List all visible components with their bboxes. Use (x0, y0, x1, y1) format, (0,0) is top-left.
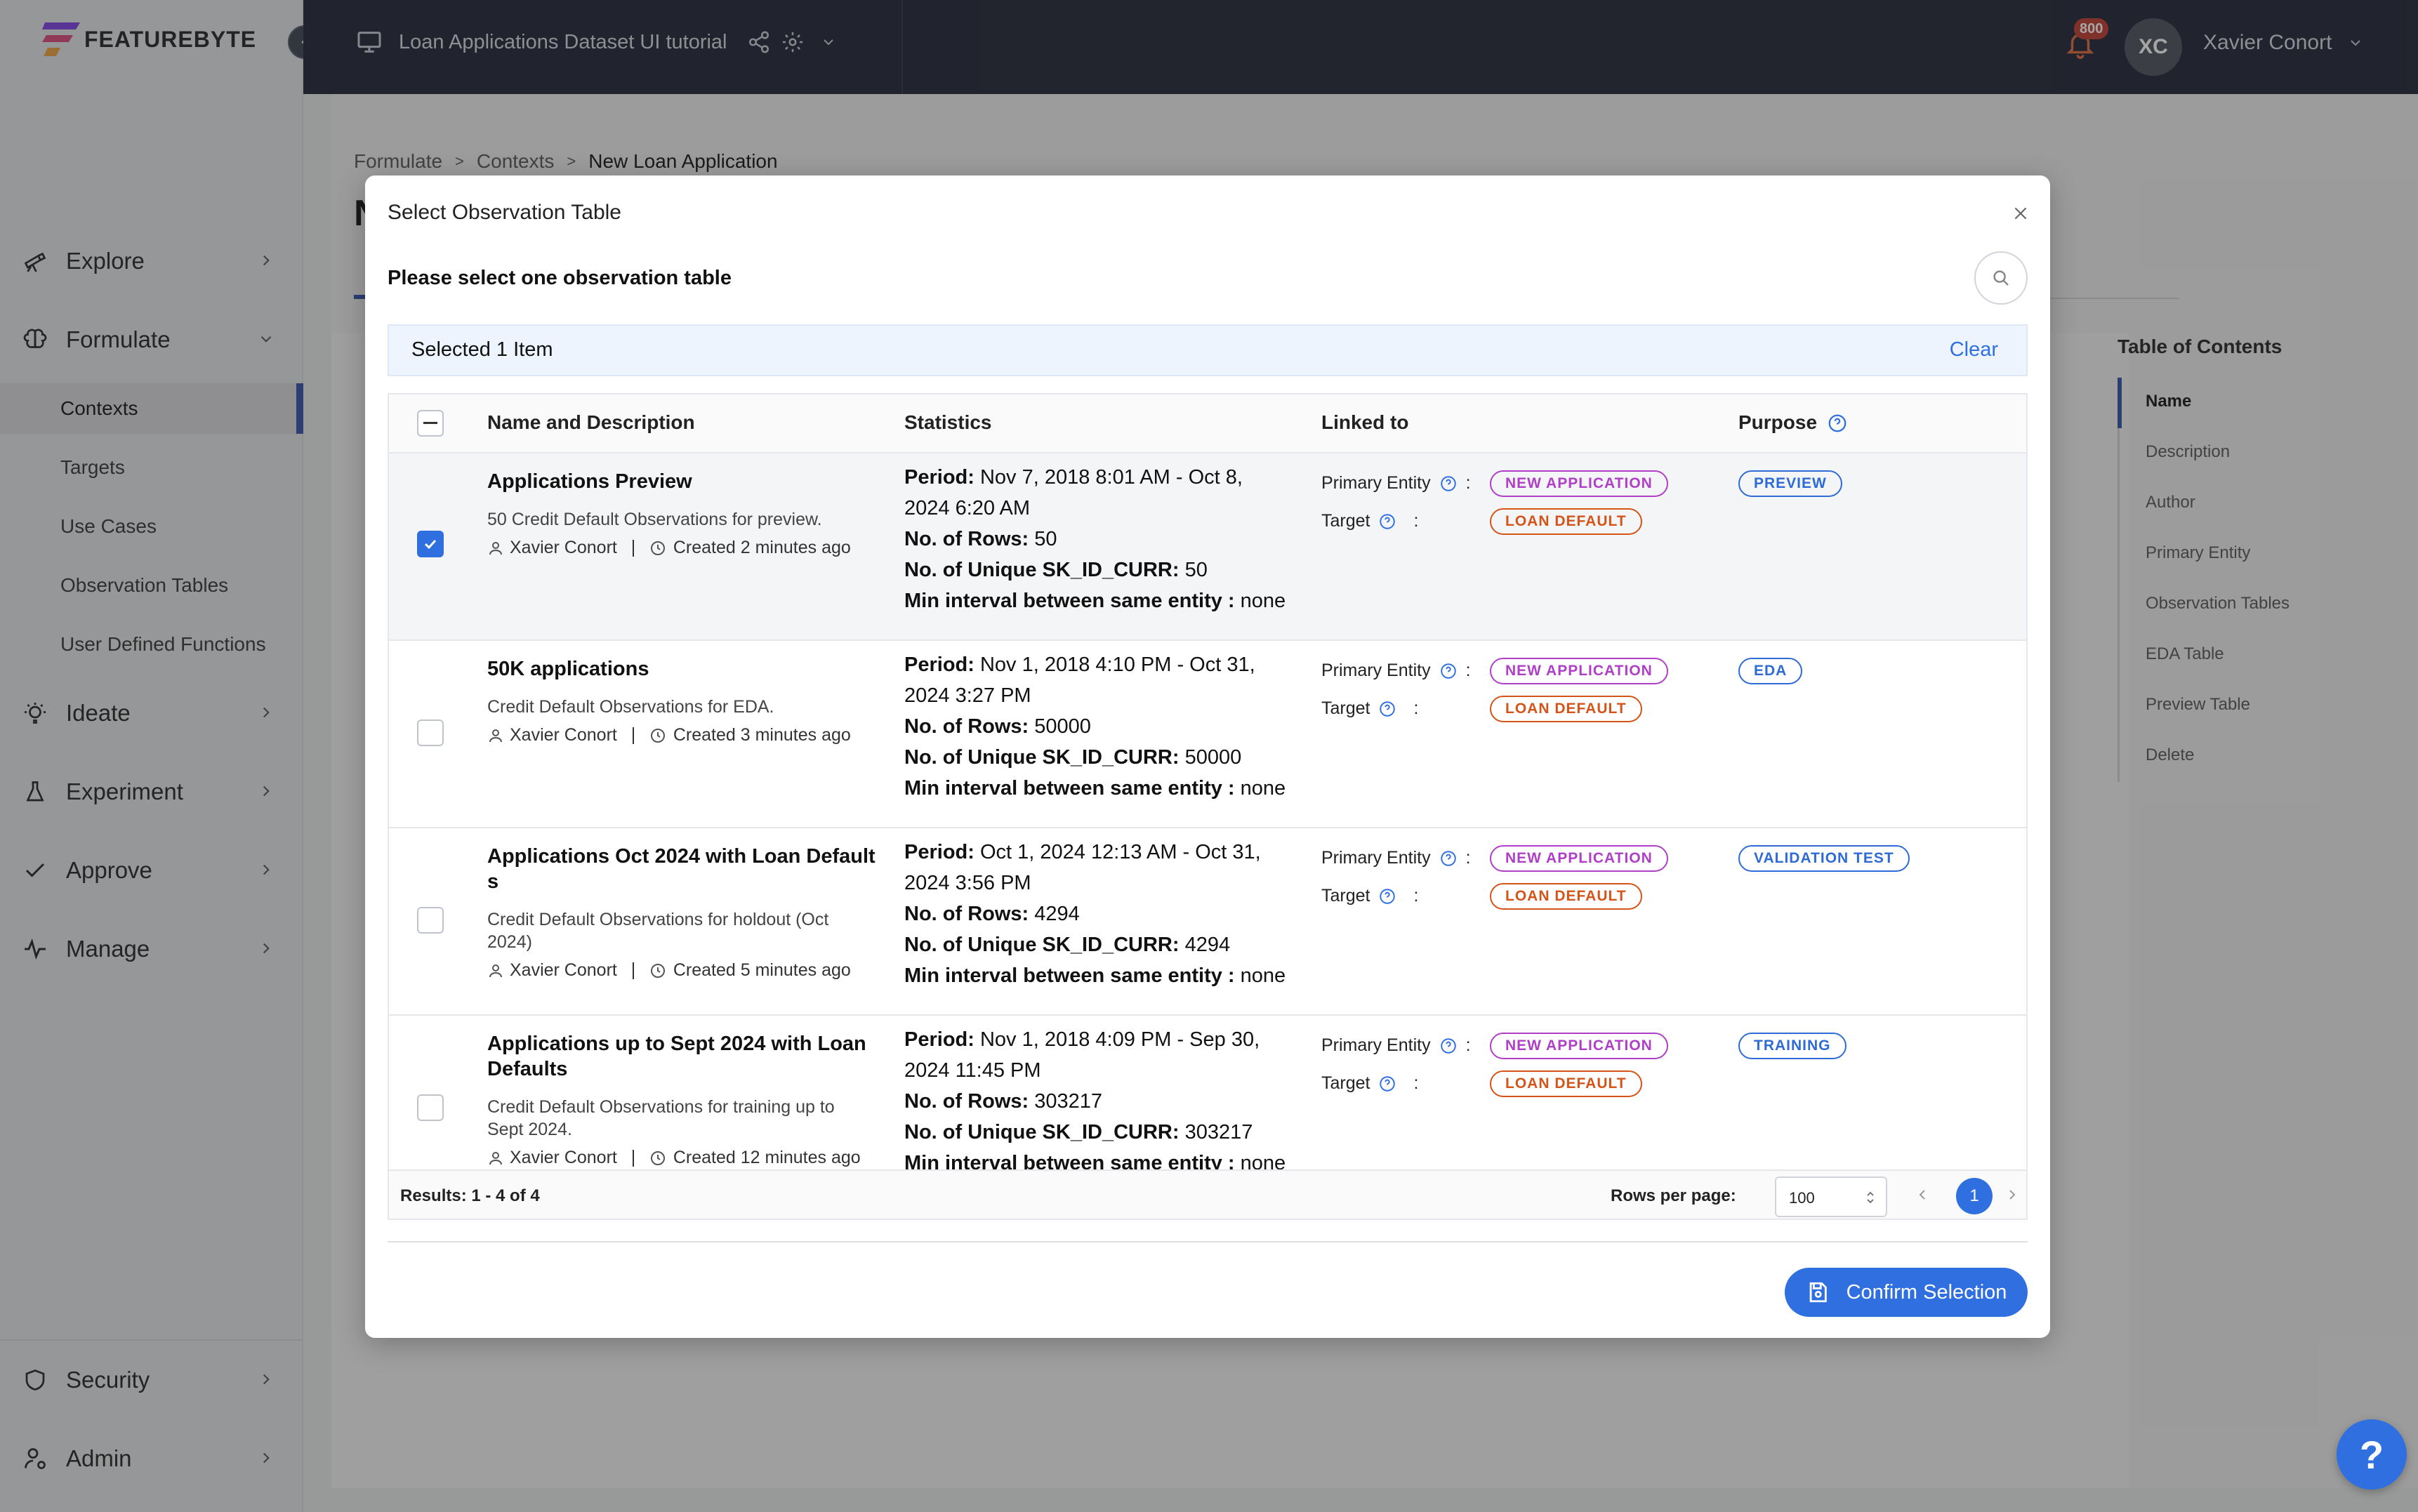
user-icon (487, 1150, 504, 1167)
row-statistics: Period: Nov 1, 2018 4:09 PM - Sep 30, 20… (904, 1028, 1286, 1174)
row-checkbox[interactable] (417, 719, 444, 746)
modal-subtitle: Please select one observation table (388, 267, 732, 289)
page-1-button[interactable]: 1 (1956, 1178, 1993, 1214)
user-icon (487, 727, 504, 744)
purpose-tag[interactable]: TRAINING (1738, 1033, 1846, 1059)
column-header-purpose[interactable]: Purpose (1738, 411, 1817, 434)
table-footer: Results: 1 - 4 of 4 Rows per page: 100 1 (389, 1169, 2026, 1219)
row-checkbox[interactable] (417, 531, 444, 557)
results-count: Results: 1 - 4 of 4 (400, 1186, 540, 1205)
table-header: Name and Description Statistics Linked t… (389, 394, 2026, 453)
target-label: Target: (1321, 511, 1419, 531)
rows-per-page-label: Rows per page: (1611, 1186, 1736, 1205)
primary-entity-label: Primary Entity: (1321, 848, 1471, 868)
purpose-tag[interactable]: VALIDATION TEST (1738, 845, 1910, 872)
help-circle-icon[interactable] (1378, 512, 1396, 531)
selection-bar: Selected 1 Item Clear (388, 324, 2028, 376)
user-icon (487, 962, 504, 979)
select-all-checkbox[interactable] (417, 410, 444, 437)
help-circle-icon[interactable] (1378, 1075, 1396, 1093)
row-meta: Xavier Conort Created 12 minutes ago (487, 1148, 861, 1168)
row-checkbox[interactable] (417, 1094, 444, 1121)
close-icon[interactable] (2009, 202, 2032, 225)
row-name: Applications Oct 2024 with Loan Default … (487, 845, 876, 893)
row-statistics: Period: Nov 7, 2018 8:01 AM - Oct 8, 202… (904, 466, 1286, 612)
target-label: Target: (1321, 698, 1419, 718)
help-circle-icon[interactable] (1378, 700, 1396, 718)
primary-entity-label: Primary Entity: (1321, 473, 1471, 493)
select-observation-table-modal: Select Observation Table Please select o… (365, 175, 2050, 1338)
save-icon (1806, 1280, 1830, 1304)
primary-entity-tag[interactable]: NEW APPLICATION (1490, 470, 1668, 497)
column-header-statistics[interactable]: Statistics (904, 411, 992, 434)
help-circle-icon[interactable] (1439, 1037, 1458, 1055)
row-statistics: Period: Nov 1, 2018 4:10 PM - Oct 31, 20… (904, 654, 1286, 800)
help-circle-icon[interactable] (1378, 887, 1396, 906)
purpose-tag[interactable]: PREVIEW (1738, 470, 1842, 497)
search-icon (1993, 270, 2009, 286)
primary-entity-tag[interactable]: NEW APPLICATION (1490, 658, 1668, 684)
search-button[interactable] (1974, 251, 2028, 305)
target-label: Target: (1321, 1073, 1419, 1093)
row-description: Credit Default Observations for EDA. (487, 697, 774, 717)
target-tag[interactable]: LOAN DEFAULT (1490, 1070, 1642, 1097)
target-label: Target: (1321, 886, 1419, 906)
primary-entity-tag[interactable]: NEW APPLICATION (1490, 845, 1668, 872)
row-checkbox[interactable] (417, 907, 444, 934)
row-meta: Xavier Conort Created 5 minutes ago (487, 960, 851, 981)
user-icon (487, 540, 504, 557)
primary-entity-label: Primary Entity: (1321, 661, 1471, 680)
help-circle-icon[interactable] (1439, 849, 1458, 868)
primary-entity-label: Primary Entity: (1321, 1035, 1471, 1055)
clear-button[interactable]: Clear (1950, 338, 1998, 362)
sort-arrows-icon (1863, 1189, 1877, 1206)
row-description: Credit Default Observations for training… (487, 1097, 835, 1139)
row-name: Applications up to Sept 2024 with Loan D… (487, 1033, 866, 1080)
row-description: Credit Default Observations for holdout … (487, 910, 829, 952)
purpose-tag[interactable]: EDA (1738, 658, 1803, 684)
primary-entity-tag[interactable]: NEW APPLICATION (1490, 1033, 1668, 1059)
help-button[interactable]: ? (2337, 1419, 2407, 1490)
prev-page-icon[interactable] (1914, 1186, 1931, 1203)
clock-icon (649, 540, 666, 557)
table-row[interactable]: 50K applications Credit Default Observat… (389, 641, 2026, 828)
clock-icon (649, 962, 666, 979)
table-row[interactable]: Applications Oct 2024 with Loan Default … (389, 828, 2026, 1016)
target-tag[interactable]: LOAN DEFAULT (1490, 696, 1642, 722)
row-name: 50K applications (487, 658, 649, 680)
modal-title: Select Observation Table (388, 201, 621, 224)
column-header-linked-to[interactable]: Linked to (1321, 411, 1408, 434)
row-meta: Xavier Conort Created 3 minutes ago (487, 725, 851, 745)
row-statistics: Period: Oct 1, 2024 12:13 AM - Oct 31, 2… (904, 841, 1286, 987)
modal-footer-divider (388, 1241, 2028, 1242)
table-container: Name and Description Statistics Linked t… (388, 393, 2028, 1220)
selection-count: Selected 1 Item (411, 338, 553, 361)
help-circle-icon[interactable] (1439, 475, 1458, 493)
next-page-icon[interactable] (2004, 1186, 2021, 1203)
help-circle-icon[interactable] (1439, 662, 1458, 680)
row-name: Applications Preview (487, 470, 692, 493)
help-circle-icon[interactable] (1827, 413, 1848, 434)
clock-icon (649, 1150, 666, 1167)
row-description: 50 Credit Default Observations for previ… (487, 510, 822, 529)
clock-icon (649, 727, 666, 744)
row-meta: Xavier Conort Created 2 minutes ago (487, 538, 851, 558)
rows-per-page-select[interactable]: 100 (1775, 1176, 1887, 1217)
target-tag[interactable]: LOAN DEFAULT (1490, 883, 1642, 910)
table-row[interactable]: Applications Preview 50 Credit Default O… (389, 453, 2026, 641)
target-tag[interactable]: LOAN DEFAULT (1490, 508, 1642, 535)
column-header-name[interactable]: Name and Description (487, 411, 695, 434)
confirm-selection-button[interactable]: Confirm Selection (1785, 1268, 2028, 1317)
